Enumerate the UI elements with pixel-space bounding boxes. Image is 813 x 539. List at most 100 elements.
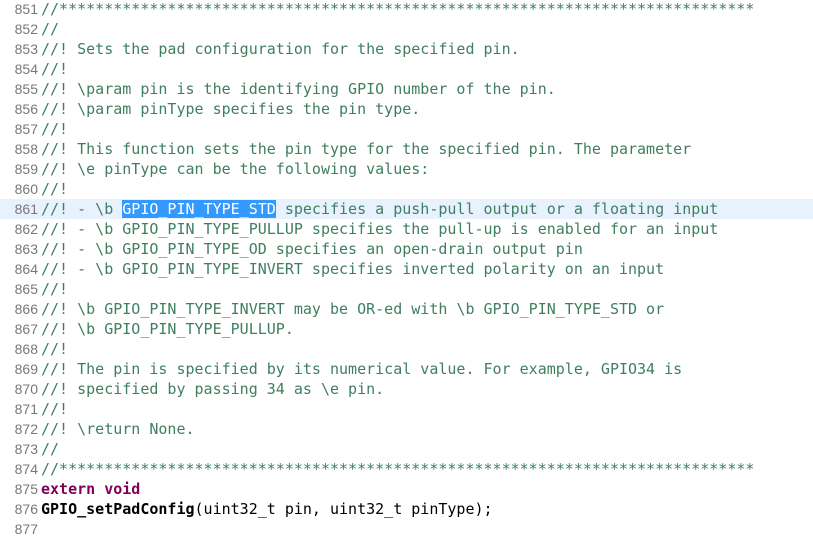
code-line[interactable]: 877 (0, 519, 813, 539)
line-number: 856 (14, 101, 38, 117)
code-text[interactable]: //! - \b GPIO_PIN_TYPE_STD specifies a p… (41, 199, 718, 219)
code-text[interactable]: //! (41, 179, 68, 199)
code-line[interactable]: 873// (0, 439, 813, 459)
line-number: 857 (14, 121, 38, 137)
line-number: 875 (14, 481, 38, 497)
comment-token: //! \b GPIO_PIN_TYPE_INVERT may be OR-ed… (41, 300, 665, 318)
comment-token: //! specified by passing 34 as \e pin. (41, 380, 385, 398)
line-number: 861 (14, 201, 38, 217)
code-line[interactable]: 862//! - \b GPIO_PIN_TYPE_PULLUP specifi… (0, 219, 813, 239)
code-text[interactable]: //! \return None. (41, 419, 195, 439)
code-line[interactable]: 872//! \return None. (0, 419, 813, 439)
code-line[interactable]: 865//! (0, 279, 813, 299)
line-number: 866 (14, 301, 38, 317)
comment-token: //**************************************… (41, 0, 755, 18)
comment-token: //! - \b (41, 200, 123, 218)
comment-token: //! \param pinType specifies the pin typ… (41, 100, 421, 118)
line-number: 854 (14, 61, 38, 77)
line-number: 851 (14, 1, 38, 17)
code-line[interactable]: 860//! (0, 179, 813, 199)
code-text[interactable]: //! \b GPIO_PIN_TYPE_PULLUP. (41, 319, 294, 339)
code-text[interactable]: //**************************************… (41, 459, 754, 479)
code-line[interactable]: 855//! \param pin is the identifying GPI… (0, 79, 813, 99)
line-number: 867 (14, 321, 38, 337)
code-text[interactable]: //! (41, 59, 68, 79)
code-text[interactable]: //**************************************… (41, 0, 754, 19)
code-text[interactable]: //! (41, 119, 68, 139)
code-text[interactable]: extern void (41, 479, 140, 499)
line-number: 865 (14, 281, 38, 297)
code-text[interactable]: //! (41, 399, 68, 419)
comment-token: //! (41, 340, 69, 358)
code-line[interactable]: 859//! \e pinType can be the following v… (0, 159, 813, 179)
code-text[interactable]: //! Sets the pad configuration for the s… (41, 39, 520, 59)
comment-token: //! Sets the pad configuration for the s… (41, 40, 520, 58)
code-line[interactable]: 866//! \b GPIO_PIN_TYPE_INVERT may be OR… (0, 299, 813, 319)
code-text[interactable]: //! (41, 339, 68, 359)
code-line[interactable]: 868//! (0, 339, 813, 359)
comment-token: //! \return None. (41, 420, 195, 438)
code-text[interactable]: //! The pin is specified by its numerica… (41, 359, 682, 379)
line-number: 859 (14, 161, 38, 177)
line-number: 868 (14, 341, 38, 357)
line-number: 869 (14, 361, 38, 377)
code-text[interactable]: //! This function sets the pin type for … (41, 139, 691, 159)
comment-token: //! \b GPIO_PIN_TYPE_PULLUP. (41, 320, 294, 338)
comment-token: //! (41, 120, 69, 138)
comment-token: //**************************************… (41, 460, 755, 478)
code-text[interactable]: // (41, 19, 59, 39)
code-line[interactable]: 871//! (0, 399, 813, 419)
comment-token: specifies a push-pull output or a floati… (275, 200, 719, 218)
comment-token: //! (41, 180, 69, 198)
code-text[interactable]: //! - \b GPIO_PIN_TYPE_OD specifies an o… (41, 239, 583, 259)
code-text[interactable]: //! \param pin is the identifying GPIO n… (41, 79, 556, 99)
code-line[interactable]: 870//! specified by passing 34 as \e pin… (0, 379, 813, 399)
code-text[interactable]: GPIO_setPadConfig(uint32_t pin, uint32_t… (41, 499, 493, 519)
comment-token: //! The pin is specified by its numerica… (41, 360, 683, 378)
line-number: 855 (14, 81, 38, 97)
comment-token: //! \e pinType can be the following valu… (41, 160, 430, 178)
line-number: 876 (14, 501, 38, 517)
line-number: 853 (14, 41, 38, 57)
selected-text: GPIO_PIN_TYPE_STD (122, 200, 276, 218)
code-text[interactable]: //! specified by passing 34 as \e pin. (41, 379, 384, 399)
code-line[interactable]: 851//***********************************… (0, 0, 813, 19)
code-line[interactable]: 857//! (0, 119, 813, 139)
code-line[interactable]: 854//! (0, 59, 813, 79)
line-number: 871 (14, 401, 38, 417)
code-line[interactable]: 876 GPIO_setPadConfig(uint32_t pin, uint3… (0, 499, 813, 519)
code-text[interactable]: //! \param pinType specifies the pin typ… (41, 99, 420, 119)
code-line[interactable]: 853//! Sets the pad configuration for th… (0, 39, 813, 59)
code-line[interactable]: 867//! \b GPIO_PIN_TYPE_PULLUP. (0, 319, 813, 339)
code-text[interactable]: //! (41, 279, 68, 299)
code-text[interactable]: //! \e pinType can be the following valu… (41, 159, 429, 179)
code-text[interactable]: //! \b GPIO_PIN_TYPE_INVERT may be OR-ed… (41, 299, 664, 319)
code-text[interactable]: // (41, 439, 59, 459)
line-number: 860 (14, 181, 38, 197)
code-line[interactable]: 858//! This function sets the pin type f… (0, 139, 813, 159)
comment-token: //! (41, 280, 69, 298)
comment-token: // (41, 440, 60, 458)
comment-token: //! - \b GPIO_PIN_TYPE_PULLUP specifies … (41, 220, 719, 238)
code-line[interactable]: 856//! \param pinType specifies the pin … (0, 99, 813, 119)
code-text[interactable]: //! - \b GPIO_PIN_TYPE_PULLUP specifies … (41, 219, 718, 239)
code-token: (uint32_t pin, uint32_t pinType); (194, 500, 493, 518)
code-line[interactable]: 874//***********************************… (0, 459, 813, 479)
line-number: 862 (14, 221, 38, 237)
code-line-current[interactable]: 861//! - \b GPIO_PIN_TYPE_STD specifies … (0, 199, 813, 219)
comment-token: // (41, 20, 60, 38)
code-line[interactable]: 864//! - \b GPIO_PIN_TYPE_INVERT specifi… (0, 259, 813, 279)
code-editor[interactable]: 851//***********************************… (0, 0, 813, 539)
line-number: 870 (14, 381, 38, 397)
code-line[interactable]: 863//! - \b GPIO_PIN_TYPE_OD specifies a… (0, 239, 813, 259)
code-line[interactable]: 852// (0, 19, 813, 39)
line-number: 864 (14, 261, 38, 277)
code-text[interactable]: //! - \b GPIO_PIN_TYPE_INVERT specifies … (41, 259, 664, 279)
comment-token: //! - \b GPIO_PIN_TYPE_INVERT specifies … (41, 260, 665, 278)
line-number: 852 (14, 21, 38, 37)
code-line[interactable]: 875 extern void (0, 479, 813, 499)
function-name-token: GPIO_setPadConfig (41, 500, 195, 518)
line-number: 863 (14, 241, 38, 257)
keyword-token: extern void (41, 480, 141, 498)
code-line[interactable]: 869//! The pin is specified by its numer… (0, 359, 813, 379)
